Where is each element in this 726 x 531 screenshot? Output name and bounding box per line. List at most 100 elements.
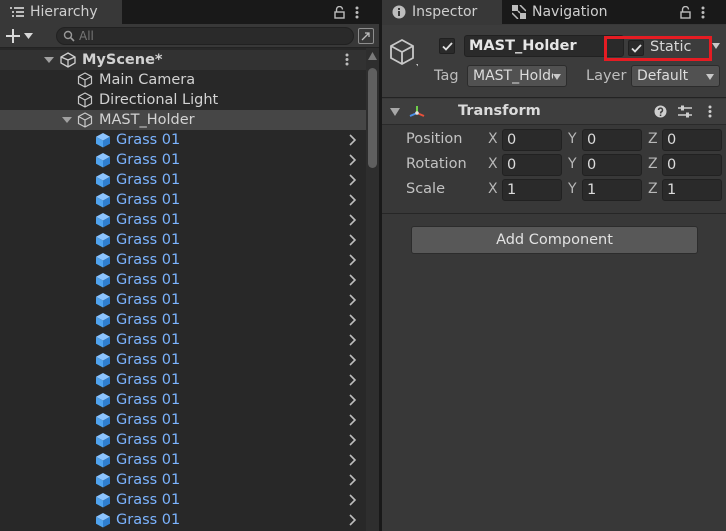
axis-label-y[interactable]: Y — [568, 156, 577, 172]
lock-icon[interactable] — [334, 5, 345, 19]
axis-label-x[interactable]: X — [488, 181, 498, 197]
axis-label-y[interactable]: Y — [568, 131, 577, 147]
axis-label-x[interactable]: X — [488, 156, 498, 172]
search-options-button[interactable] — [358, 28, 374, 44]
layer-dropdown[interactable]: Default — [631, 65, 720, 87]
chevron-right-icon[interactable] — [346, 314, 358, 326]
chevron-right-icon[interactable] — [346, 414, 358, 426]
kebab-menu-icon[interactable] — [355, 6, 359, 19]
tab-navigation[interactable]: Navigation — [502, 0, 632, 24]
help-icon[interactable] — [654, 105, 667, 118]
tab-inspector-label: Inspector — [412, 4, 478, 20]
chevron-right-icon[interactable] — [346, 354, 358, 366]
hierarchy-item-grass[interactable]: Grass 01 — [0, 150, 366, 170]
expand-arrow-icon[interactable] — [62, 115, 72, 125]
hierarchy-item-grass[interactable]: Grass 01 — [0, 370, 366, 390]
hierarchy-item-grass[interactable]: Grass 01 — [0, 350, 366, 370]
static-toggle[interactable] — [628, 40, 644, 56]
gameobject-icon[interactable] — [388, 37, 418, 67]
hierarchy-item-label: Grass 01 — [116, 412, 181, 428]
scene-menu-icon[interactable] — [345, 53, 349, 66]
collapse-arrow-icon[interactable] — [390, 108, 400, 116]
hierarchy-item-grass[interactable]: Grass 01 — [0, 430, 366, 450]
chevron-right-icon[interactable] — [346, 514, 358, 526]
create-button[interactable] — [6, 26, 42, 46]
chevron-right-icon[interactable] — [346, 154, 358, 166]
tag-dropdown[interactable]: MAST_Holder — [467, 65, 567, 87]
component-menu-icon[interactable] — [708, 105, 712, 118]
chevron-right-icon[interactable] — [346, 274, 358, 286]
chevron-right-icon[interactable] — [346, 474, 358, 486]
hierarchy-item-mast-holder[interactable]: MAST_Holder — [0, 110, 366, 130]
scene-row[interactable]: MyScene* — [0, 50, 366, 70]
search-bar[interactable] — [56, 27, 354, 45]
chevron-right-icon[interactable] — [346, 254, 358, 266]
transform-component-header[interactable]: Transform — [382, 99, 726, 125]
chevron-right-icon[interactable] — [346, 134, 358, 146]
hierarchy-item-directional-light[interactable]: Directional Light — [0, 90, 366, 110]
transform-y-field[interactable]: 1 — [582, 179, 642, 201]
hierarchy-item-grass[interactable]: Grass 01 — [0, 190, 366, 210]
transform-x-field[interactable]: 0 — [502, 129, 562, 151]
prefab-cube-icon — [96, 193, 110, 208]
chevron-right-icon[interactable] — [346, 234, 358, 246]
axis-label-y[interactable]: Y — [568, 181, 577, 197]
axis-label-x[interactable]: X — [488, 131, 498, 147]
transform-x-field[interactable]: 1 — [502, 179, 562, 201]
static-dropdown-icon[interactable] — [712, 43, 720, 49]
chevron-right-icon[interactable] — [346, 214, 358, 226]
hierarchy-item-grass[interactable]: Grass 01 — [0, 210, 366, 230]
hierarchy-item-grass[interactable]: Grass 01 — [0, 270, 366, 290]
axis-label-z[interactable]: Z — [648, 156, 658, 172]
hierarchy-item-grass[interactable]: Grass 01 — [0, 290, 366, 310]
transform-x-field[interactable]: 0 — [502, 154, 562, 176]
hierarchy-item-label: Main Camera — [99, 72, 196, 88]
prefab-cube-icon — [96, 273, 110, 288]
chevron-right-icon[interactable] — [346, 374, 358, 386]
chevron-right-icon[interactable] — [346, 194, 358, 206]
chevron-right-icon[interactable] — [346, 494, 358, 506]
kebab-menu-icon[interactable] — [701, 6, 705, 19]
tag-value: MAST_Holder — [473, 68, 553, 84]
axis-label-z[interactable]: Z — [648, 181, 658, 197]
transform-field-label: Position — [406, 131, 463, 147]
hierarchy-item-grass[interactable]: Grass 01 — [0, 410, 366, 430]
transform-y-field[interactable]: 0 — [582, 129, 642, 151]
search-input[interactable] — [79, 29, 319, 43]
hierarchy-item-grass[interactable]: Grass 01 — [0, 250, 366, 270]
tab-inspector[interactable]: Inspector — [382, 0, 502, 24]
chevron-right-icon[interactable] — [346, 334, 358, 346]
hierarchy-item-grass[interactable]: Grass 01 — [0, 390, 366, 410]
hierarchy-item-grass[interactable]: Grass 01 — [0, 510, 366, 530]
chevron-right-icon[interactable] — [346, 174, 358, 186]
hierarchy-item-grass[interactable]: Grass 01 — [0, 170, 366, 190]
prefab-cube-icon — [96, 213, 110, 228]
lock-icon[interactable] — [680, 5, 691, 19]
chevron-right-icon[interactable] — [346, 394, 358, 406]
presets-icon[interactable] — [678, 105, 692, 118]
hierarchy-item-grass[interactable]: Grass 01 — [0, 470, 366, 490]
chevron-right-icon[interactable] — [346, 454, 358, 466]
hierarchy-item-grass[interactable]: Grass 01 — [0, 330, 366, 350]
scrollbar-thumb[interactable] — [368, 68, 377, 168]
transform-z-field[interactable]: 0 — [662, 154, 722, 176]
hierarchy-scrollbar[interactable] — [366, 48, 379, 531]
hierarchy-item-main-camera[interactable]: Main Camera — [0, 70, 366, 90]
tab-hierarchy[interactable]: Hierarchy — [0, 0, 122, 24]
transform-y-field[interactable]: 0 — [582, 154, 642, 176]
active-toggle[interactable] — [439, 38, 455, 54]
hierarchy-item-grass[interactable]: Grass 01 — [0, 490, 366, 510]
add-component-button[interactable]: Add Component — [411, 226, 698, 254]
axis-label-z[interactable]: Z — [648, 131, 658, 147]
hierarchy-item-grass[interactable]: Grass 01 — [0, 450, 366, 470]
expand-arrow-icon[interactable] — [44, 55, 54, 65]
hierarchy-item-grass[interactable]: Grass 01 — [0, 130, 366, 150]
transform-z-field[interactable]: 0 — [662, 129, 722, 151]
object-name-field[interactable]: MAST_Holder — [464, 35, 624, 57]
chevron-right-icon[interactable] — [346, 434, 358, 446]
scroll-up-arrow-icon[interactable] — [368, 52, 377, 60]
chevron-right-icon[interactable] — [346, 294, 358, 306]
hierarchy-item-grass[interactable]: Grass 01 — [0, 230, 366, 250]
transform-z-field[interactable]: 1 — [662, 179, 722, 201]
hierarchy-item-grass[interactable]: Grass 01 — [0, 310, 366, 330]
